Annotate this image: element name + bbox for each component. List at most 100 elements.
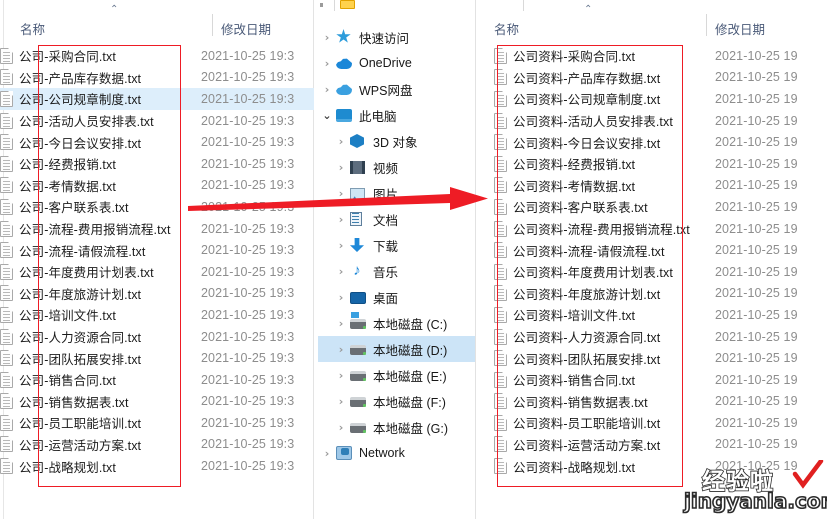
table-row[interactable]: 公司资料-运营活动方案.txt 2021-10-25 19 bbox=[494, 434, 827, 456]
text-file-icon bbox=[494, 393, 507, 410]
chevron-right-icon[interactable]: › bbox=[332, 343, 350, 356]
table-row[interactable]: 公司资料-人力资源合同.txt 2021-10-25 19 bbox=[494, 326, 827, 348]
table-row[interactable]: 公司-战略规划.txt 2021-10-25 19:3 bbox=[0, 455, 314, 477]
sidebar-item-视频[interactable]: › 视频 bbox=[318, 154, 475, 180]
table-row[interactable]: 公司-人力资源合同.txt 2021-10-25 19:3 bbox=[0, 326, 314, 348]
table-row[interactable]: 公司资料-培训文件.txt 2021-10-25 19 bbox=[494, 304, 827, 326]
right-column-divider[interactable] bbox=[706, 14, 707, 36]
table-row[interactable]: 公司-流程-费用报销流程.txt 2021-10-25 19:3 bbox=[0, 218, 314, 240]
chevron-right-icon[interactable]: › bbox=[318, 447, 336, 460]
file-modified-date: 2021-10-25 19 bbox=[715, 156, 798, 171]
navigation-tree[interactable]: › 快速访问 › OneDrive › WPS网盘 ⌄ 此电脑 › 3D 对象 › 视频 › 图片 › 文档 ›… bbox=[318, 24, 475, 466]
file-modified-date: 2021-10-25 19:3 bbox=[201, 329, 295, 344]
sidebar-item-本地磁盘 (C:)[interactable]: › 本地磁盘 (C:) bbox=[318, 310, 475, 336]
table-row[interactable]: 公司资料-流程-费用报销流程.txt 2021-10-25 19 bbox=[494, 218, 827, 240]
sidebar-item-桌面[interactable]: › 桌面 bbox=[318, 284, 475, 310]
table-row[interactable]: 公司-销售合同.txt 2021-10-25 19:3 bbox=[0, 369, 314, 391]
sidebar-item-label: 本地磁盘 (C:) bbox=[373, 317, 448, 332]
table-row[interactable]: 公司-销售数据表.txt 2021-10-25 19:3 bbox=[0, 391, 314, 413]
table-row[interactable]: 公司-今日会议安排.txt 2021-10-25 19:3 bbox=[0, 131, 314, 153]
file-name: 公司-运营活动方案.txt bbox=[19, 438, 142, 453]
file-name: 公司资料-采购合同.txt bbox=[513, 50, 636, 65]
file-modified-date: 2021-10-25 19 bbox=[715, 48, 798, 63]
table-row[interactable]: 公司资料-采购合同.txt 2021-10-25 19 bbox=[494, 45, 827, 67]
table-row[interactable]: 公司资料-公司规章制度.txt 2021-10-25 19 bbox=[494, 88, 827, 110]
table-row[interactable]: 公司-公司规章制度.txt 2021-10-25 19:3 bbox=[0, 88, 314, 110]
star-icon bbox=[336, 29, 354, 45]
chevron-right-icon[interactable]: › bbox=[332, 239, 350, 252]
table-row[interactable]: 公司资料-团队拓展安排.txt 2021-10-25 19 bbox=[494, 347, 827, 369]
left-column-divider[interactable] bbox=[212, 14, 213, 36]
sidebar-item-WPS网盘[interactable]: › WPS网盘 bbox=[318, 76, 475, 102]
table-row[interactable]: 公司资料-产品库存数据.txt 2021-10-25 19 bbox=[494, 67, 827, 89]
chevron-right-icon[interactable]: › bbox=[332, 135, 350, 148]
file-modified-date: 2021-10-25 19:3 bbox=[201, 437, 295, 452]
chevron-right-icon[interactable]: › bbox=[332, 369, 350, 382]
chevron-right-icon[interactable]: › bbox=[332, 421, 350, 434]
table-row[interactable]: 公司-员工职能培训.txt 2021-10-25 19:3 bbox=[0, 412, 314, 434]
site-watermark: 经验啦 jingyanla.com bbox=[683, 460, 827, 519]
sidebar-item-本地磁盘 (D:)[interactable]: › 本地磁盘 (D:) bbox=[318, 336, 475, 362]
table-row[interactable]: 公司-流程-请假流程.txt 2021-10-25 19:3 bbox=[0, 239, 314, 261]
table-row[interactable]: 公司资料-销售数据表.txt 2021-10-25 19 bbox=[494, 391, 827, 413]
pane-splitter[interactable] bbox=[475, 0, 476, 519]
table-row[interactable]: 公司-采购合同.txt 2021-10-25 19:3 bbox=[0, 45, 314, 67]
table-row[interactable]: 公司资料-客户联系表.txt 2021-10-25 19 bbox=[494, 196, 827, 218]
table-row[interactable]: 公司-团队拓展安排.txt 2021-10-25 19:3 bbox=[0, 347, 314, 369]
right-column-header-date[interactable]: 修改日期 bbox=[715, 14, 815, 42]
text-file-icon bbox=[494, 47, 507, 64]
file-modified-date: 2021-10-25 19 bbox=[715, 91, 798, 106]
file-name: 公司-销售合同.txt bbox=[19, 374, 116, 389]
sidebar-item-音乐[interactable]: › ♪ 音乐 bbox=[318, 258, 475, 284]
file-name: 公司资料-考情数据.txt bbox=[513, 179, 636, 194]
left-column-header-name[interactable]: ⌃ 名称 bbox=[20, 5, 200, 42]
sidebar-item-本地磁盘 (E:)[interactable]: › 本地磁盘 (E:) bbox=[318, 362, 475, 388]
destination-folder-window: › 快速访问 › OneDrive › WPS网盘 ⌄ 此电脑 › 3D 对象 › 视频 › 图片 › 文档 ›… bbox=[318, 0, 827, 519]
table-row[interactable]: 公司-产品库存数据.txt 2021-10-25 19:3 bbox=[0, 67, 314, 89]
chevron-right-icon[interactable]: › bbox=[332, 213, 350, 226]
chevron-right-icon[interactable]: › bbox=[332, 317, 350, 330]
right-column-header-name[interactable]: ⌃ 名称 bbox=[494, 5, 674, 42]
folder-tab[interactable] bbox=[334, 0, 524, 11]
sidebar-item-快速访问[interactable]: › 快速访问 bbox=[318, 24, 475, 50]
chevron-right-icon[interactable]: › bbox=[318, 83, 336, 96]
table-row[interactable]: 公司-运营活动方案.txt 2021-10-25 19:3 bbox=[0, 434, 314, 456]
sidebar-item-label: 本地磁盘 (G:) bbox=[373, 421, 448, 436]
table-row[interactable]: 公司资料-经费报销.txt 2021-10-25 19 bbox=[494, 153, 827, 175]
sidebar-item-OneDrive[interactable]: › OneDrive bbox=[318, 50, 475, 76]
sidebar-item-3D 对象[interactable]: › 3D 对象 bbox=[318, 128, 475, 154]
right-file-list[interactable]: 公司资料-采购合同.txt 2021-10-25 19 公司资料-产品库存数据.tx… bbox=[494, 45, 827, 477]
table-row[interactable]: 公司-年度旅游计划.txt 2021-10-25 19:3 bbox=[0, 283, 314, 305]
table-row[interactable]: 公司-培训文件.txt 2021-10-25 19:3 bbox=[0, 304, 314, 326]
table-row[interactable]: 公司资料-今日会议安排.txt 2021-10-25 19 bbox=[494, 131, 827, 153]
sidebar-item-此电脑[interactable]: ⌄ 此电脑 bbox=[318, 102, 475, 128]
chevron-right-icon[interactable]: › bbox=[318, 31, 336, 44]
table-row[interactable]: 公司资料-销售合同.txt 2021-10-25 19 bbox=[494, 369, 827, 391]
table-row[interactable]: 公司资料-员工职能培训.txt 2021-10-25 19 bbox=[494, 412, 827, 434]
left-column-header-date[interactable]: 修改日期 bbox=[221, 14, 311, 42]
chevron-right-icon[interactable]: › bbox=[332, 395, 350, 408]
sidebar-item-下载[interactable]: › 下载 bbox=[318, 232, 475, 258]
file-modified-date: 2021-10-25 19:3 bbox=[201, 286, 295, 301]
sidebar-item-label: 音乐 bbox=[373, 265, 399, 280]
table-row[interactable]: 公司-活动人员安排表.txt 2021-10-25 19:3 bbox=[0, 110, 314, 132]
chevron-right-icon[interactable]: › bbox=[318, 57, 336, 70]
table-row[interactable]: 公司资料-活动人员安排表.txt 2021-10-25 19 bbox=[494, 110, 827, 132]
text-file-icon bbox=[494, 371, 507, 388]
chevron-down-icon[interactable]: ⌄ bbox=[318, 109, 336, 122]
file-name: 公司-采购合同.txt bbox=[19, 50, 116, 65]
sidebar-item-本地磁盘 (F:)[interactable]: › 本地磁盘 (F:) bbox=[318, 388, 475, 414]
table-row[interactable]: 公司资料-年度费用计划表.txt 2021-10-25 19 bbox=[494, 261, 827, 283]
sidebar-item-Network[interactable]: › Network bbox=[318, 440, 475, 466]
table-row[interactable]: 公司-经费报销.txt 2021-10-25 19:3 bbox=[0, 153, 314, 175]
chevron-right-icon[interactable]: › bbox=[332, 265, 350, 278]
chevron-right-icon[interactable]: › bbox=[332, 161, 350, 174]
chevron-right-icon[interactable]: › bbox=[332, 291, 350, 304]
left-file-list[interactable]: 公司-采购合同.txt 2021-10-25 19:3 公司-产品库存数据.txt 2… bbox=[0, 45, 314, 477]
sidebar-item-本地磁盘 (G:)[interactable]: › 本地磁盘 (G:) bbox=[318, 414, 475, 440]
text-file-icon bbox=[494, 69, 507, 86]
table-row[interactable]: 公司资料-流程-请假流程.txt 2021-10-25 19 bbox=[494, 239, 827, 261]
table-row[interactable]: 公司-年度费用计划表.txt 2021-10-25 19:3 bbox=[0, 261, 314, 283]
table-row[interactable]: 公司资料-年度旅游计划.txt 2021-10-25 19 bbox=[494, 283, 827, 305]
table-row[interactable]: 公司资料-考情数据.txt 2021-10-25 19 bbox=[494, 175, 827, 197]
